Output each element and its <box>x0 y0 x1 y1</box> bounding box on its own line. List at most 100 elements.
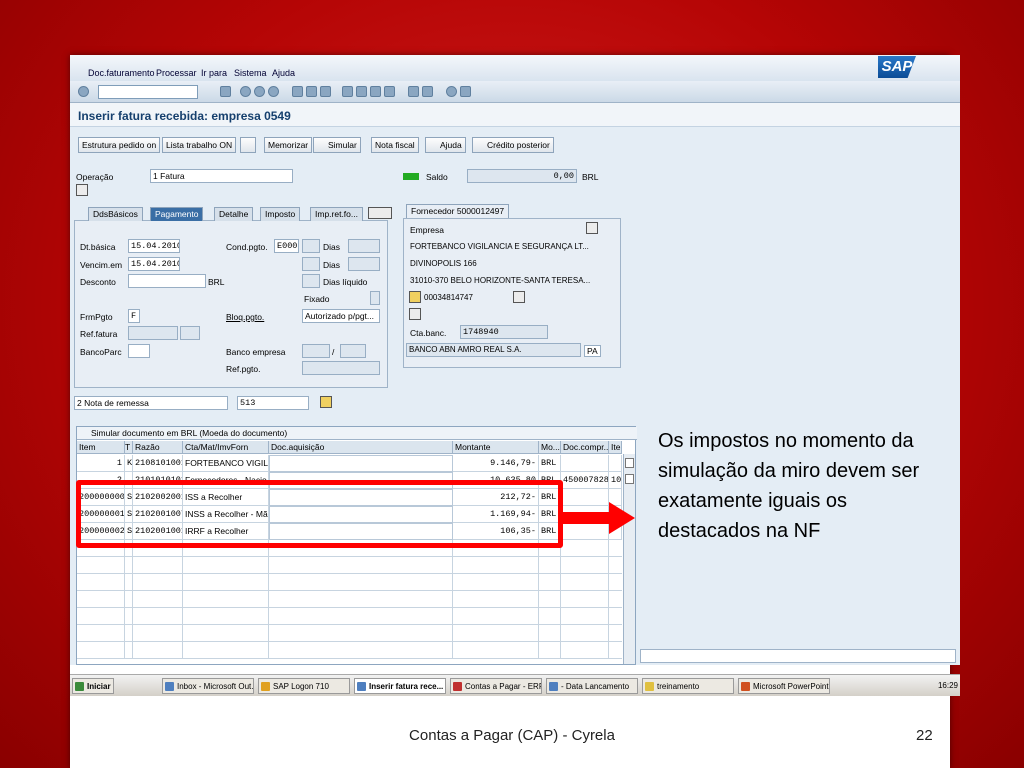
grid-separator <box>182 574 183 591</box>
estrutura-pedido-button[interactable]: Estrutura pedido on <box>78 137 161 153</box>
grid-scrollbar[interactable] <box>623 454 635 664</box>
ref-fatura-field <box>128 326 178 340</box>
tab-detalhe[interactable]: Detalhe <box>214 207 254 221</box>
condpgto-field[interactable]: E000 <box>274 239 299 253</box>
new-session-icon[interactable] <box>408 86 419 97</box>
frmpgto-field[interactable]: F <box>128 309 140 323</box>
powerpoint-icon <box>741 682 750 691</box>
col-doc-aquisicao[interactable]: Doc.aquisição <box>269 441 453 454</box>
cancel-icon[interactable] <box>268 86 279 97</box>
banco-parc-field[interactable] <box>128 344 150 358</box>
remessa-number[interactable]: 513 <box>237 396 309 410</box>
col-item[interactable]: Item <box>77 441 125 454</box>
dtbasica-field[interactable]: 15.04.2010 <box>128 239 180 253</box>
task-inserir-fatura[interactable]: Inserir fatura rece... <box>354 678 446 694</box>
menu-bar: Doc.faturamento Processar Ir para Sistem… <box>70 55 960 81</box>
simular-button[interactable]: Simular <box>313 137 361 153</box>
menu-ir-para[interactable]: Ir para <box>201 68 227 78</box>
find-next-icon[interactable] <box>320 86 331 97</box>
cell-doccompr <box>561 455 609 472</box>
slide-footer: Contas a Pagar (CAP) - Cyrela <box>409 727 615 744</box>
help-icon[interactable] <box>446 86 457 97</box>
grid-separator <box>124 574 125 591</box>
col-ite[interactable]: Ite <box>609 441 622 454</box>
credito-posterior-button[interactable]: Crédito posterior <box>472 137 554 153</box>
cell-cta: FORTEBANCO VIGILA... <box>183 455 269 472</box>
page-title: Inserir fatura recebida: empresa 0549 <box>78 109 291 123</box>
menu-processar[interactable]: Processar <box>156 68 197 78</box>
pa-field[interactable]: PA <box>584 345 601 357</box>
table-row-empty <box>77 625 622 642</box>
cell-ite <box>609 455 622 472</box>
ref-pgto-label: Ref.pgto. <box>226 364 261 374</box>
table-row[interactable]: 1K2108101001FORTEBANCO VIGILA... 9.146,79… <box>77 455 622 472</box>
task-powerpoint[interactable]: Microsoft PowerPoint ... <box>738 678 830 694</box>
memorizar-button[interactable]: Memorizar <box>264 137 313 153</box>
col-doc-compr[interactable]: Doc.compr... <box>561 441 609 454</box>
tab-imp-ret-fo[interactable]: Imp.ret.fo... <box>310 207 363 221</box>
bloq-pgto-select[interactable]: Autorizado p/pgt... <box>302 309 380 323</box>
task-sap-logon[interactable]: SAP Logon 710 <box>258 678 350 694</box>
print-icon[interactable] <box>292 86 303 97</box>
tab-imposto[interactable]: Imposto <box>260 207 301 221</box>
scroll-down-icon[interactable] <box>625 474 634 484</box>
cell-doc[interactable] <box>269 455 453 472</box>
remessa-select[interactable]: 2 Nota de remessa <box>74 396 228 410</box>
menu-doc-faturamento[interactable]: Doc.faturamento <box>88 68 155 78</box>
first-page-icon[interactable] <box>342 86 353 97</box>
vendor-display-icon[interactable] <box>586 222 598 234</box>
remessa-go-icon[interactable] <box>320 396 332 408</box>
bank-details-icon[interactable] <box>409 308 421 320</box>
confirm-icon[interactable] <box>78 86 89 97</box>
command-field[interactable] <box>98 85 198 99</box>
col-montante[interactable]: Montante <box>453 441 539 454</box>
operacao-select[interactable]: 1 Fatura <box>150 169 293 183</box>
find-icon[interactable] <box>306 86 317 97</box>
task-treinamento[interactable]: treinamento <box>642 678 734 694</box>
last-page-icon[interactable] <box>384 86 395 97</box>
col-t[interactable]: T <box>125 441 133 454</box>
window-icon <box>549 682 558 691</box>
grid-separator <box>538 591 539 608</box>
dias-box-1 <box>302 239 320 253</box>
header-toggle-icon[interactable] <box>76 184 88 196</box>
layout-icon[interactable] <box>460 86 471 97</box>
tab-scroll-icon[interactable] <box>368 207 392 219</box>
vendor-change-icon[interactable] <box>513 291 525 303</box>
vencim-field[interactable]: 15.04.2010 <box>128 257 180 271</box>
shortcut-icon[interactable] <box>422 86 433 97</box>
task-inbox[interactable]: Inbox - Microsoft Out... <box>162 678 254 694</box>
windows-logo-icon <box>75 682 84 691</box>
menu-sistema[interactable]: Sistema <box>234 68 267 78</box>
save-icon[interactable] <box>220 86 231 97</box>
tab-pagamento[interactable]: Pagamento <box>150 207 204 221</box>
erp-icon <box>453 682 462 691</box>
next-page-icon[interactable] <box>370 86 381 97</box>
start-button[interactable]: Iniciar <box>72 678 114 694</box>
nota-fiscal-button[interactable]: Nota fiscal <box>371 137 419 153</box>
prev-page-icon[interactable] <box>356 86 367 97</box>
back-icon[interactable] <box>240 86 251 97</box>
col-razao[interactable]: Razão <box>133 441 183 454</box>
dias-field-2 <box>348 257 380 271</box>
outlook-icon <box>165 682 174 691</box>
layout-toggle-button[interactable] <box>240 137 256 153</box>
ref-pgto-field <box>302 361 380 375</box>
col-cta[interactable]: Cta/Mat/ImvForn <box>183 441 269 454</box>
ref-fatura-label: Ref.fatura <box>80 329 118 339</box>
fornecedor-tab[interactable]: Fornecedor 5000012497 <box>406 204 510 218</box>
col-moeda[interactable]: Mo... <box>539 441 561 454</box>
exit-icon[interactable] <box>254 86 265 97</box>
menu-ajuda[interactable]: Ajuda <box>272 68 295 78</box>
tab-dds-basicos[interactable]: DdsBásicos <box>88 207 143 221</box>
task-contas-pagar[interactable]: Contas a Pagar - ERP... <box>450 678 542 694</box>
desconto-field[interactable] <box>128 274 206 288</box>
task-data-lancamento[interactable]: - Data Lancamento <box>546 678 638 694</box>
grid-separator <box>268 625 269 642</box>
grid-separator <box>452 591 453 608</box>
table-row-empty <box>77 574 622 591</box>
ajuda-button[interactable]: Ajuda <box>425 137 466 153</box>
lista-trabalho-button[interactable]: Lista trabalho ON <box>162 137 237 153</box>
scroll-up-icon[interactable] <box>625 458 634 468</box>
grid-separator <box>560 574 561 591</box>
